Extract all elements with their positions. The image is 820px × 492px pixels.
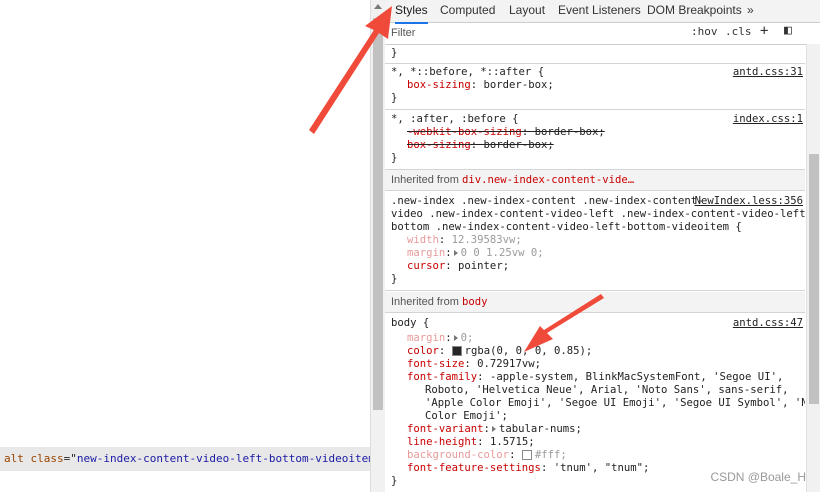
style-property[interactable]: box-sizing: border-box;	[407, 79, 554, 92]
style-rule: *, *::before, *::after { antd.css:31 box…	[385, 63, 805, 110]
rule-selector[interactable]: body {	[391, 317, 429, 330]
style-rule: .new-index .new-index-content .new-index…	[385, 191, 805, 291]
rule-source-link[interactable]: NewIndex.less:356	[695, 195, 803, 208]
style-property[interactable]: font-feature-settings: 'tnum', "tnum";	[407, 462, 649, 475]
attr-name: alt	[4, 452, 24, 465]
style-property[interactable]: -webkit-box-sizing: border-box;	[407, 126, 605, 139]
style-property-continuation: 'Apple Color Emoji', 'Segoe UI Emoji', '…	[425, 397, 805, 409]
inherited-label: Inherited from	[391, 174, 459, 186]
attr-class-value: new-index-content-video-left-bottom-vide…	[76, 452, 370, 465]
style-property[interactable]: margin: 0;	[407, 332, 473, 345]
tab-styles[interactable]: Styles	[395, 0, 428, 24]
style-property[interactable]: background-color: #fff;	[407, 449, 567, 462]
new-style-rule-icon[interactable]: +	[760, 23, 768, 39]
style-property[interactable]: color: rgba(0, 0, 0, 0.85);	[407, 345, 592, 358]
attr-class-name: class	[31, 452, 64, 465]
rule-source-link[interactable]: antd.css:31	[733, 66, 803, 79]
watermark: CSDN @Boale_H	[710, 470, 806, 484]
color-swatch-icon[interactable]	[521, 449, 532, 460]
inherited-selector-link[interactable]: body	[462, 296, 488, 308]
rule-close-brace: }	[391, 47, 398, 59]
style-property[interactable]: box-sizing: border-box;	[407, 139, 554, 152]
rule-selector-line[interactable]: .new-index .new-index-content .new-index…	[391, 195, 704, 208]
style-property[interactable]: font-variant: tabular-nums;	[407, 423, 582, 436]
rule-selector[interactable]: *, :after, :before {	[391, 113, 519, 126]
rule-source-link[interactable]: index.css:1	[733, 113, 803, 126]
cls-button[interactable]: .cls	[725, 25, 752, 38]
hov-button[interactable]: :hov	[691, 25, 718, 38]
expand-triangle-icon[interactable]	[453, 249, 458, 256]
style-property-continuation: Roboto, 'Helvetica Neue', Arial, 'Noto S…	[425, 384, 789, 396]
style-property[interactable]: line-height: 1.5715;	[407, 436, 535, 449]
style-property[interactable]: cursor: pointer;	[407, 260, 509, 273]
selected-dom-node[interactable]: alt class="new-index-content-video-left-…	[0, 447, 370, 471]
rule-selector[interactable]: *, *::before, *::after {	[391, 66, 544, 79]
inherited-section-header: Inherited from body	[385, 292, 805, 313]
filter-input[interactable]	[389, 24, 683, 42]
inherited-label: Inherited from	[391, 296, 459, 308]
elements-panel	[0, 0, 371, 492]
attr-class-label: class	[30, 452, 64, 465]
style-property[interactable]: width: 12.39583vw;	[407, 234, 522, 247]
rule-close-brace: }	[391, 152, 398, 164]
rule-selector-line[interactable]: bottom .new-index-content-video-left-bot…	[391, 221, 742, 234]
inherited-selector-link[interactable]: div.new-index-content-vide…	[462, 174, 634, 186]
tab-layout[interactable]: Layout	[509, 0, 545, 22]
expand-triangle-icon[interactable]	[453, 334, 458, 341]
rule-selector-line[interactable]: video .new-index-content-video-left .new…	[391, 208, 805, 221]
sidebar-tabs: Styles Computed Layout Event Listeners D…	[385, 0, 820, 24]
styles-scroll-thumb[interactable]	[809, 154, 819, 404]
style-property-continuation: Color Emoji';	[425, 410, 508, 422]
styles-scrollbar[interactable]	[806, 44, 820, 492]
styles-pane: Styles Computed Layout Event Listeners D…	[385, 0, 820, 492]
filter-bar: :hov .cls + ◧	[385, 22, 820, 45]
styles-rules-list: } *, *::before, *::after { antd.css:31 b…	[385, 44, 805, 492]
style-property[interactable]: font-family: -apple-system, BlinkMacSyst…	[407, 371, 783, 384]
tab-more-chevron-icon[interactable]: »	[747, 0, 754, 22]
elements-scrollbar[interactable]	[370, 0, 385, 492]
rule-close-brace: }	[391, 475, 398, 487]
style-property[interactable]: margin: 0 0 1.25vw 0;	[407, 247, 544, 260]
scroll-up-arrow-icon[interactable]	[374, 4, 382, 9]
style-rule: }	[385, 44, 805, 64]
rule-source-link[interactable]: antd.css:47	[733, 317, 803, 330]
inherited-section-header: Inherited from div.new-index-content-vid…	[385, 170, 805, 191]
expand-triangle-icon[interactable]	[491, 425, 496, 432]
tab-dom-breakpoints[interactable]: DOM Breakpoints	[647, 0, 742, 22]
rule-close-brace: }	[391, 273, 398, 285]
style-rule: *, :after, :before { index.css:1 -webkit…	[385, 109, 805, 170]
tab-computed[interactable]: Computed	[440, 0, 495, 22]
style-rule: body { antd.css:47 margin: 0; color: rgba…	[385, 313, 805, 492]
rule-close-brace: }	[391, 92, 398, 104]
style-property[interactable]: font-size: 0.72917vw;	[407, 358, 541, 371]
tab-event-listeners[interactable]: Event Listeners	[558, 0, 641, 22]
elements-scroll-thumb[interactable]	[373, 18, 383, 410]
toggle-sidebar-icon[interactable]: ◧	[784, 23, 792, 38]
color-swatch-icon[interactable]	[451, 345, 462, 356]
